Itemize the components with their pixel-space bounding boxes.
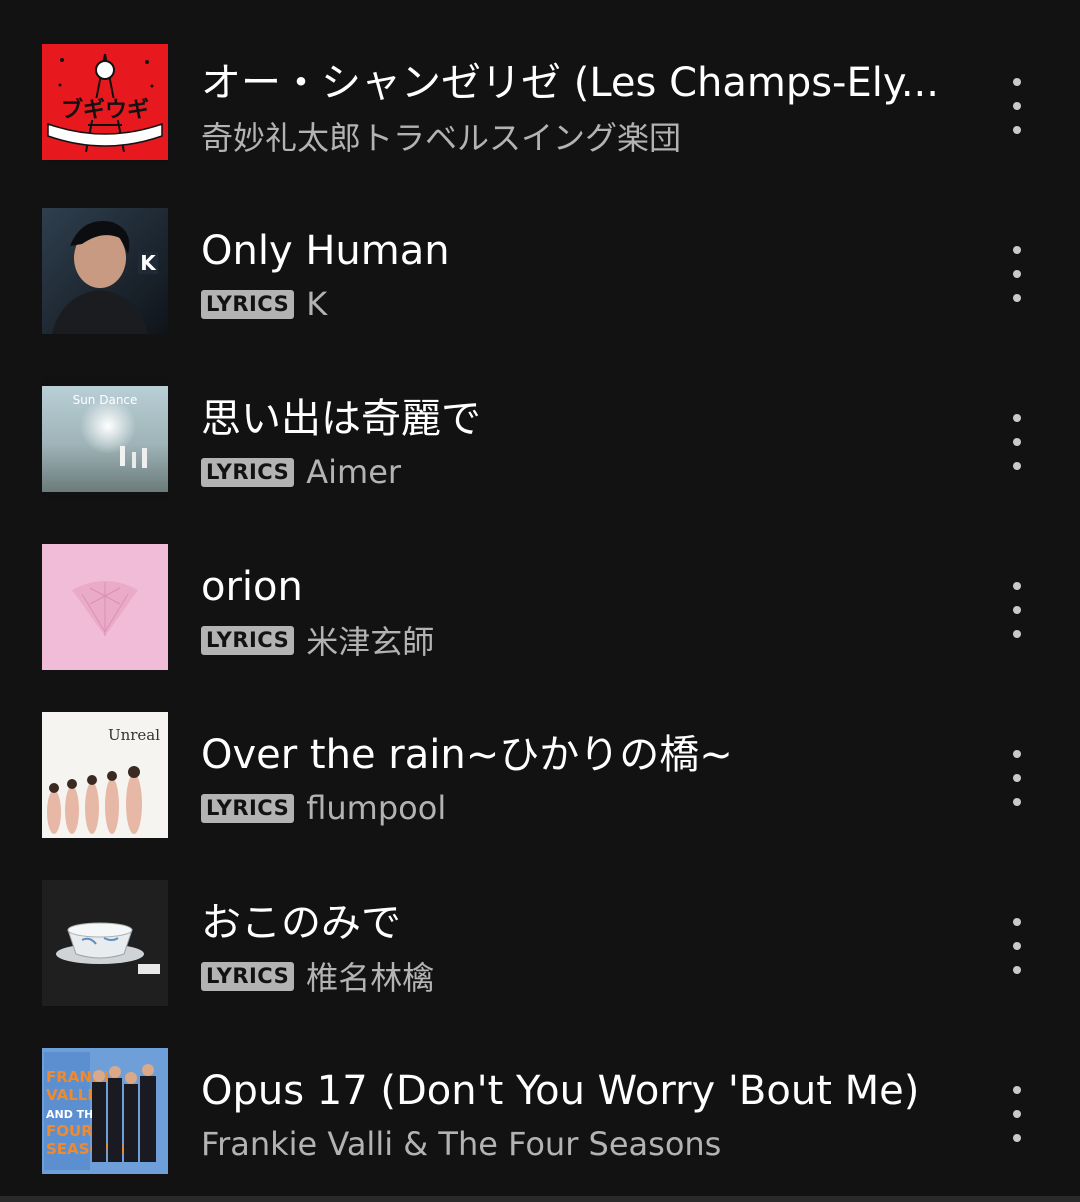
more-vertical-icon: [1013, 1086, 1021, 1094]
album-cover: [42, 544, 168, 670]
more-dot: [1013, 126, 1021, 134]
track-list: ブギウギ オー・シャンゼリゼ (Les Champs-Ely... 奇妙礼太郎ト…: [0, 0, 1080, 1202]
more-options-button[interactable]: [992, 582, 1042, 638]
track-title: 思い出は奇麗で: [201, 396, 481, 442]
more-options-button[interactable]: [992, 918, 1042, 974]
cover-text: Sun Dance: [73, 393, 138, 407]
more-dot: [1013, 102, 1021, 110]
track-subtitle: 奇妙礼太郎トラベルスイング楽団: [201, 114, 681, 158]
more-dot: [1013, 774, 1021, 782]
more-options-button[interactable]: [992, 246, 1042, 302]
artist-name[interactable]: flumpool: [306, 789, 446, 827]
svg-text:VALLI: VALLI: [46, 1086, 93, 1104]
track-row[interactable]: Sun Dance 思い出は奇麗で LYRICS Aimer: [0, 336, 1080, 504]
svg-text:FOUR: FOUR: [46, 1122, 93, 1140]
track-subtitle: Frankie Valli & The Four Seasons: [201, 1122, 721, 1166]
more-options-button[interactable]: [992, 750, 1042, 806]
track-title: Only Human: [201, 228, 450, 274]
cover-text: ブギウギ: [61, 97, 149, 123]
album-cover: K: [42, 208, 168, 334]
album-cover: FRANKIE VALLI FOUR SEASONS AND THE: [42, 1048, 168, 1174]
track-title: Opus 17 (Don't You Worry 'Bout Me): [201, 1068, 920, 1114]
more-dot: [1013, 942, 1021, 950]
lyrics-badge: LYRICS: [201, 793, 295, 823]
more-dot: [1013, 294, 1021, 302]
bottom-divider: [0, 1196, 1080, 1202]
album-cover: Unreal: [42, 712, 168, 838]
track-row[interactable]: orion LYRICS 米津玄師: [0, 504, 1080, 672]
track-row[interactable]: K Only Human LYRICS K: [0, 168, 1080, 336]
track-row[interactable]: Unreal Over the rain~ひかりの橋~ LYRICS flump…: [0, 672, 1080, 840]
track-subtitle: LYRICS K: [201, 282, 327, 326]
more-dot: [1013, 966, 1021, 974]
track-title: Over the rain~ひかりの橋~: [201, 732, 733, 778]
cover-text: Unreal: [108, 726, 160, 744]
more-dot: [1013, 1134, 1021, 1142]
track-subtitle: LYRICS 米津玄師: [201, 618, 434, 662]
more-vertical-icon: [1013, 78, 1021, 86]
more-options-button[interactable]: [992, 78, 1042, 134]
album-cover: ブギウギ: [42, 40, 168, 166]
more-options-button[interactable]: [992, 1086, 1042, 1142]
more-dot: [1013, 630, 1021, 638]
artist-name[interactable]: 奇妙礼太郎トラベルスイング楽団: [201, 113, 681, 159]
artist-name[interactable]: 椎名林檎: [306, 953, 434, 999]
track-title: orion: [201, 564, 303, 610]
artist-name[interactable]: Aimer: [306, 453, 401, 491]
more-dot: [1013, 270, 1021, 278]
more-dot: [1013, 462, 1021, 470]
cover-text: K: [140, 251, 157, 275]
lyrics-badge: LYRICS: [201, 457, 295, 487]
track-row[interactable]: おこのみで LYRICS 椎名林檎: [0, 840, 1080, 1008]
more-options-button[interactable]: [992, 414, 1042, 470]
more-dot: [1013, 438, 1021, 446]
lyrics-badge: LYRICS: [201, 289, 295, 319]
track-subtitle: LYRICS flumpool: [201, 786, 446, 830]
lyrics-badge: LYRICS: [201, 625, 295, 655]
more-dot: [1013, 798, 1021, 806]
lyrics-badge: LYRICS: [201, 961, 295, 991]
artist-name[interactable]: Frankie Valli & The Four Seasons: [201, 1125, 721, 1163]
track-subtitle: LYRICS Aimer: [201, 450, 401, 494]
artist-name[interactable]: K: [306, 285, 327, 323]
track-row[interactable]: ブギウギ オー・シャンゼリゼ (Les Champs-Ely... 奇妙礼太郎ト…: [0, 0, 1080, 168]
more-vertical-icon: [1013, 414, 1021, 422]
more-vertical-icon: [1013, 246, 1021, 254]
artist-name[interactable]: 米津玄師: [306, 617, 434, 663]
track-title: おこのみで: [201, 900, 401, 946]
more-vertical-icon: [1013, 750, 1021, 758]
album-cover: Sun Dance: [42, 376, 168, 502]
more-dot: [1013, 606, 1021, 614]
album-cover: [42, 880, 168, 1006]
more-vertical-icon: [1013, 918, 1021, 926]
track-title: オー・シャンゼリゼ (Les Champs-Ely...: [201, 60, 939, 106]
track-row[interactable]: FRANKIE VALLI FOUR SEASONS AND THE Opus …: [0, 1008, 1080, 1176]
track-subtitle: LYRICS 椎名林檎: [201, 954, 434, 998]
more-dot: [1013, 1110, 1021, 1118]
more-vertical-icon: [1013, 582, 1021, 590]
